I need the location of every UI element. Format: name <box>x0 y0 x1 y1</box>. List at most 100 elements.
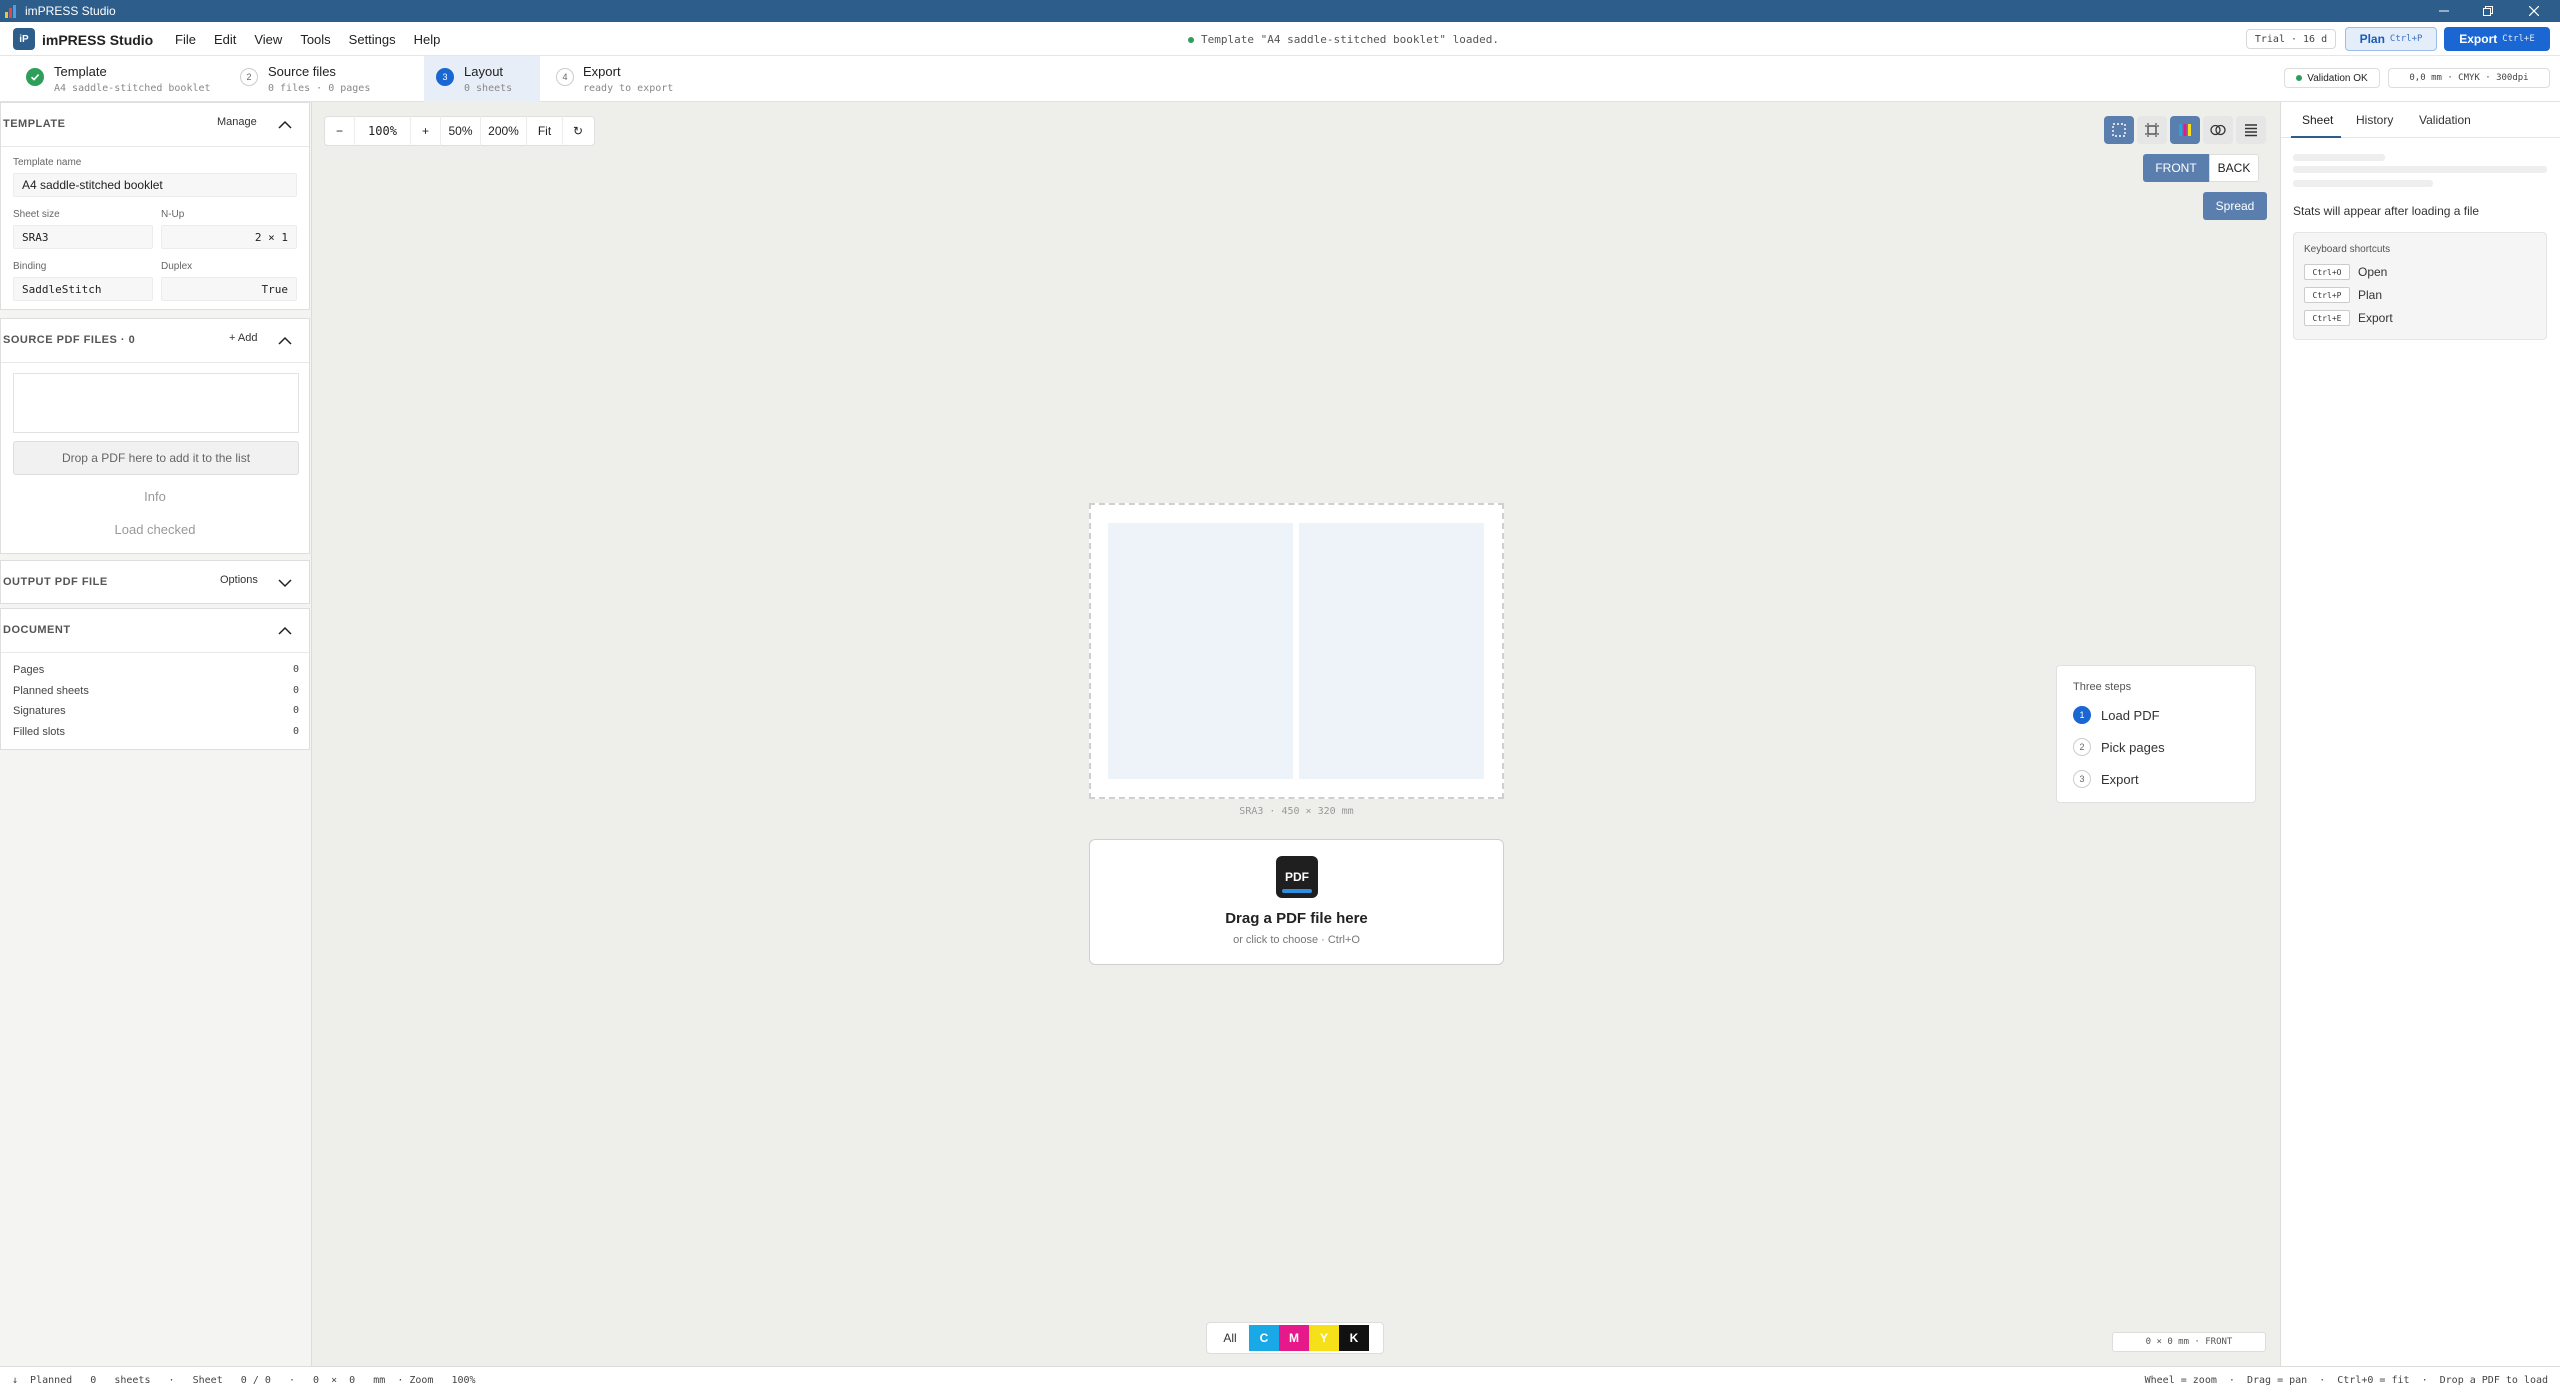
output-section-header[interactable]: OUTPUT PDF FILE Options <box>1 561 309 605</box>
document-section: DOCUMENT Pages 0 Planned sheets 0 Signatur… <box>0 608 310 750</box>
shortcut-row: Ctrl+P Plan <box>2304 287 2382 303</box>
pdf-file-icon: PDF <box>1276 856 1318 898</box>
sheet-size-field[interactable]: SRA3 <box>13 225 153 249</box>
menu-settings[interactable]: Settings <box>349 32 396 47</box>
step-title: Source files <box>268 64 336 79</box>
plan-button[interactable]: Plan Ctrl+P <box>2345 27 2437 51</box>
select-tool-icon[interactable] <box>2104 116 2134 144</box>
crop-marks-icon[interactable] <box>2137 116 2167 144</box>
chevron-up-icon[interactable] <box>275 115 295 135</box>
doc-row-pages: Pages 0 <box>13 664 299 676</box>
info-button[interactable]: Info <box>1 489 309 504</box>
tab-sheet[interactable]: Sheet <box>2302 113 2333 127</box>
restore-icon[interactable] <box>2468 0 2508 22</box>
overlay-icon[interactable] <box>2203 116 2233 144</box>
binding-field[interactable]: SaddleStitch <box>13 277 153 301</box>
step-number: 2 <box>2073 738 2091 756</box>
three-steps-item: 2 Pick pages <box>2073 738 2165 756</box>
doc-row-label: Signatures <box>13 705 66 717</box>
reset-view-icon[interactable]: ↻ <box>563 116 593 146</box>
window-title: imPRESS Studio <box>25 4 116 18</box>
chevron-up-icon[interactable] <box>275 621 295 641</box>
export-shortcut: Ctrl+E <box>2502 34 2535 44</box>
shortcut-label: Export <box>2358 311 2393 325</box>
export-button-label: Export <box>2459 32 2498 46</box>
chevron-up-icon[interactable] <box>275 331 295 351</box>
dropzone-title: Drag a PDF file here <box>1225 910 1368 927</box>
step-export[interactable]: 4 Export ready to export <box>544 56 684 102</box>
tab-history[interactable]: History <box>2356 113 2393 127</box>
page-slot-right[interactable] <box>1299 523 1484 779</box>
options-button[interactable]: Options <box>220 574 258 586</box>
menu-view[interactable]: View <box>254 32 282 47</box>
channel-y[interactable]: Y <box>1309 1325 1339 1351</box>
load-checked-button[interactable]: Load checked <box>1 522 309 537</box>
channel-c[interactable]: C <box>1249 1325 1279 1351</box>
section-title: TEMPLATE <box>3 118 66 130</box>
chevron-down-icon[interactable] <box>275 573 295 593</box>
source-section-header[interactable]: SOURCE PDF FILES · 0 + Add <box>1 319 309 363</box>
zoom-fit-button[interactable]: Fit <box>527 116 563 146</box>
drop-pdf-hint[interactable]: Drop a PDF here to add it to the list <box>13 441 299 475</box>
status-bar-info: ↓ Planned 0 sheets · Sheet 0 / 0 · 0 × 0… <box>12 1375 476 1386</box>
template-section-header[interactable]: TEMPLATE Manage <box>1 103 309 147</box>
menu-bar: iP imPRESS Studio File Edit View Tools S… <box>0 22 2560 56</box>
zoom-in-button[interactable]: + <box>411 116 441 146</box>
zoom-200-button[interactable]: 200% <box>481 116 527 146</box>
page-slot-left[interactable] <box>1108 523 1293 779</box>
template-name-input[interactable]: A4 saddle-stitched booklet <box>13 173 297 197</box>
list-view-icon[interactable] <box>2236 116 2266 144</box>
close-icon[interactable] <box>2514 0 2554 22</box>
channel-all[interactable]: All <box>1211 1325 1249 1351</box>
spread-button[interactable]: Spread <box>2203 192 2267 220</box>
active-tab-indicator <box>2291 136 2341 138</box>
back-button[interactable]: BACK <box>2209 154 2259 182</box>
template-name-label: Template name <box>13 157 82 168</box>
step-number: 4 <box>556 68 574 86</box>
export-button[interactable]: Export Ctrl+E <box>2444 27 2550 51</box>
minimize-icon[interactable] <box>2424 0 2464 22</box>
sheet-size-caption: SRA3 · 450 × 320 mm <box>1239 806 1354 817</box>
step-source-files[interactable]: 2 Source files 0 files · 0 pages <box>228 56 424 102</box>
doc-row-label: Planned sheets <box>13 685 89 697</box>
menu-edit[interactable]: Edit <box>214 32 236 47</box>
menu-tools[interactable]: Tools <box>300 32 330 47</box>
step-template[interactable]: Template A4 saddle-stitched booklet <box>0 56 228 102</box>
document-section-header[interactable]: DOCUMENT <box>1 609 309 653</box>
doc-row-signatures: Signatures 0 <box>13 705 299 717</box>
status-bar-hints: Wheel = zoom · Drag = pan · Ctrl+0 = fit… <box>2144 1375 2548 1386</box>
menu-help[interactable]: Help <box>414 32 441 47</box>
duplex-field[interactable]: True <box>161 277 297 301</box>
nup-label: N-Up <box>161 209 185 220</box>
zoom-level[interactable]: 100% <box>355 116 411 146</box>
menu-file[interactable]: File <box>175 32 196 47</box>
status-message: Template "A4 saddle-stitched booklet" lo… <box>1188 33 1499 46</box>
color-bars-icon[interactable] <box>2170 116 2200 144</box>
pdf-icon-text: PDF <box>1285 870 1309 884</box>
pdf-dropzone[interactable]: PDF Drag a PDF file here or click to cho… <box>1089 839 1504 965</box>
zoom-toolbar: − 100% + 50% 200% Fit ↻ <box>324 116 595 146</box>
step-label: Export <box>2101 771 2139 787</box>
source-pdf-section: SOURCE PDF FILES · 0 + Add Drop a PDF he… <box>0 318 310 554</box>
sheet-size-label: Sheet size <box>13 209 60 220</box>
front-button[interactable]: FRONT <box>2143 154 2209 182</box>
sheet-preview[interactable] <box>1089 503 1504 799</box>
status-message-text: Template "A4 saddle-stitched booklet" lo… <box>1201 33 1500 46</box>
doc-row-label: Pages <box>13 664 45 676</box>
tab-validation[interactable]: Validation <box>2419 113 2471 127</box>
channel-m[interactable]: M <box>1279 1325 1309 1351</box>
color-channel-selector: All C M Y K <box>1206 1322 1384 1354</box>
manage-button[interactable]: Manage <box>217 116 257 128</box>
side-toggle: FRONT BACK <box>2143 154 2259 182</box>
validation-badge[interactable]: Validation OK <box>2284 68 2380 88</box>
nup-field[interactable]: 2 × 1 <box>161 225 297 249</box>
section-title: DOCUMENT <box>3 624 71 636</box>
channel-k[interactable]: K <box>1339 1325 1369 1351</box>
doc-row-filled-slots: Filled slots 0 <box>13 726 299 738</box>
add-file-button[interactable]: + Add <box>229 332 257 344</box>
zoom-50-button[interactable]: 50% <box>441 116 481 146</box>
source-file-list[interactable] <box>13 373 299 433</box>
three-steps-card: Three steps 1 Load PDF 2 Pick pages 3 Expor… <box>2056 665 2256 803</box>
step-layout[interactable]: 3 Layout 0 sheets <box>424 56 540 102</box>
zoom-out-button[interactable]: − <box>325 116 355 146</box>
